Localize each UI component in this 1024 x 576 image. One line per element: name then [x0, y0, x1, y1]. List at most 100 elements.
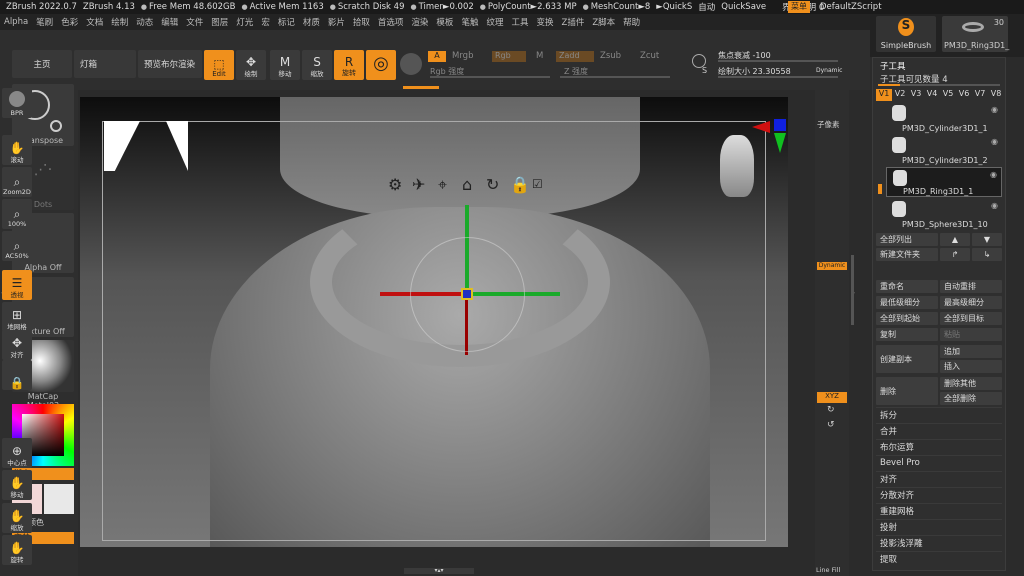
- quicksave-button[interactable]: QuickSave: [721, 2, 766, 12]
- subtool-header[interactable]: 子工具: [880, 60, 906, 72]
- floor-button[interactable]: ⊞ 地网格: [2, 302, 32, 332]
- extract-section[interactable]: 提取: [876, 551, 1002, 566]
- zoom100-button[interactable]: ⌕ 100%: [2, 199, 32, 229]
- delete-button[interactable]: 删除: [876, 377, 938, 405]
- local-button[interactable]: ✥ 对齐: [2, 330, 32, 360]
- menu-item[interactable]: 笔刷: [36, 16, 53, 28]
- version-tab[interactable]: V8: [988, 89, 1004, 101]
- boolean-section[interactable]: 布尔运算: [876, 439, 1002, 454]
- version-tab[interactable]: V2: [892, 89, 908, 101]
- insert-button[interactable]: 插入: [940, 360, 1002, 373]
- move-folder-down-button[interactable]: ↳: [972, 248, 1002, 261]
- highest-subdiv-button[interactable]: 最高级细分: [940, 296, 1002, 309]
- default-zscript[interactable]: DefaultZScript: [820, 2, 882, 12]
- rotate-y-icon[interactable]: ↻: [827, 405, 835, 415]
- scale-view-button[interactable]: ✋ 缩放: [2, 503, 32, 533]
- menu-item[interactable]: 文件: [186, 16, 203, 28]
- scale-button[interactable]: S 缩放: [302, 50, 332, 80]
- menu-item[interactable]: 渲染: [411, 16, 428, 28]
- rgb-intensity-slider[interactable]: Rgb 强度: [430, 66, 550, 78]
- navigation-head-icon[interactable]: [720, 135, 754, 197]
- create-copy-button[interactable]: 创建副本: [876, 345, 938, 373]
- menu-item[interactable]: 灯光: [236, 16, 253, 28]
- eye-icon[interactable]: ◉: [991, 105, 998, 114]
- version-tab[interactable]: V3: [908, 89, 924, 101]
- align-section[interactable]: 对齐: [876, 471, 1002, 486]
- distribute-section[interactable]: 分散对齐: [876, 487, 1002, 502]
- edit-button[interactable]: ⬚ Edit: [204, 50, 234, 80]
- menu-item[interactable]: 文档: [86, 16, 103, 28]
- subtool-row[interactable]: ◉ PM3D_Ring3D1_1: [886, 167, 1002, 197]
- secondary-color-swatch[interactable]: [44, 484, 74, 514]
- move-down-button[interactable]: ▼: [972, 233, 1002, 246]
- menu-item[interactable]: 宏: [261, 16, 270, 28]
- version-tab[interactable]: V1: [876, 89, 892, 101]
- subtool-row[interactable]: ◉ PM3D_Cylinder3D1_2: [886, 135, 1002, 165]
- xyz-button[interactable]: XYZ: [817, 392, 847, 403]
- menu-item[interactable]: 编辑: [161, 16, 178, 28]
- rotate-z-icon[interactable]: ↺: [827, 420, 835, 430]
- append-button[interactable]: 追加: [940, 345, 1002, 358]
- zcut-button[interactable]: Zcut: [640, 51, 659, 61]
- remesh-section[interactable]: 重建网格: [876, 503, 1002, 518]
- gizmo-circle[interactable]: [410, 237, 525, 352]
- menu-button[interactable]: 菜单: [788, 1, 810, 13]
- move-button[interactable]: M 移动: [270, 50, 300, 80]
- linefill-label[interactable]: Line Fill: [816, 566, 840, 574]
- z-intensity-slider[interactable]: Z 强度: [560, 66, 670, 78]
- menu-item[interactable]: 拾取: [353, 16, 370, 28]
- perspective-button[interactable]: ☰ 透视: [2, 270, 32, 300]
- all-to-target-button[interactable]: 全部到目标: [940, 312, 1002, 325]
- simplebrush-thumb[interactable]: S SimpleBrush: [876, 16, 936, 52]
- delete-all-button[interactable]: 全部删除: [940, 392, 1002, 405]
- gizmo-home-icon[interactable]: ⌂: [462, 175, 472, 194]
- ac50-button[interactable]: ⌕ AC50%: [2, 231, 32, 261]
- menu-item[interactable]: 模板: [436, 16, 453, 28]
- gizmo-settings-icon[interactable]: ⚙: [388, 175, 402, 194]
- menu-item[interactable]: 材质: [303, 16, 320, 28]
- brush-mode-icon[interactable]: [400, 53, 422, 75]
- canvas-viewport[interactable]: ⚙ ✈ ⌖ ⌂ ↻ 🔒 ☑: [80, 97, 788, 547]
- menu-item[interactable]: 笔触: [461, 16, 478, 28]
- menu-item[interactable]: 变换: [536, 16, 553, 28]
- menu-item[interactable]: 标记: [278, 16, 295, 28]
- home-button[interactable]: 主页: [12, 50, 72, 78]
- version-tab[interactable]: V6: [956, 89, 972, 101]
- menu-item[interactable]: Z脚本: [592, 16, 615, 28]
- dynamic-label[interactable]: Dynamic: [816, 67, 842, 74]
- menu-item[interactable]: Z插件: [562, 16, 585, 28]
- project-bas-relief-section[interactable]: 投影浅浮雕: [876, 535, 1002, 550]
- menu-item[interactable]: 绘制: [111, 16, 128, 28]
- current-mesh-thumb[interactable]: 30 PM3D_Ring3D1_: [942, 16, 1009, 52]
- version-tab[interactable]: V5: [940, 89, 956, 101]
- visible-slider[interactable]: [878, 84, 1000, 86]
- scroll-button[interactable]: ✋ 滚动: [2, 135, 32, 165]
- move-folder-up-button[interactable]: ↱: [940, 248, 970, 261]
- lock-button[interactable]: 🔒: [2, 360, 32, 390]
- zadd-button[interactable]: Zadd: [556, 51, 594, 62]
- move-view-button[interactable]: ✋ 移动: [2, 470, 32, 500]
- version-tab[interactable]: V4: [924, 89, 940, 101]
- rgb-button[interactable]: Rgb: [492, 51, 526, 62]
- move-up-button[interactable]: ▲: [940, 233, 970, 246]
- zsub-button[interactable]: Zsub: [600, 51, 621, 61]
- auto-reorder-button[interactable]: 自动重排: [940, 280, 1002, 293]
- gizmo-pin-icon[interactable]: ✈: [412, 175, 425, 194]
- right-scrollbar[interactable]: [851, 255, 854, 325]
- mrgb-button[interactable]: Mrgb: [452, 51, 473, 61]
- eye-icon[interactable]: ◉: [991, 201, 998, 210]
- all-to-start-button[interactable]: 全部到起始: [876, 312, 938, 325]
- dynamic-persp-label[interactable]: Dynamic: [817, 262, 847, 270]
- list-all-button[interactable]: 全部列出: [876, 233, 938, 246]
- version-tab[interactable]: V7: [972, 89, 988, 101]
- zoom2d-button[interactable]: ⌕ Zoom2D: [2, 167, 32, 197]
- paste-button[interactable]: 粘贴: [940, 328, 1002, 341]
- menu-item[interactable]: 帮助: [623, 16, 640, 28]
- gizmo-reset-icon[interactable]: ↻: [486, 175, 499, 194]
- menu-item[interactable]: 影片: [328, 16, 345, 28]
- a-button[interactable]: A: [428, 51, 446, 62]
- project-section[interactable]: 投射: [876, 519, 1002, 534]
- gizmo-lock-icon[interactable]: 🔒: [510, 175, 530, 194]
- subtool-row[interactable]: ◉ PM3D_Cylinder3D1_1: [886, 103, 1002, 133]
- draw-button[interactable]: ✥ 绘制: [236, 50, 266, 80]
